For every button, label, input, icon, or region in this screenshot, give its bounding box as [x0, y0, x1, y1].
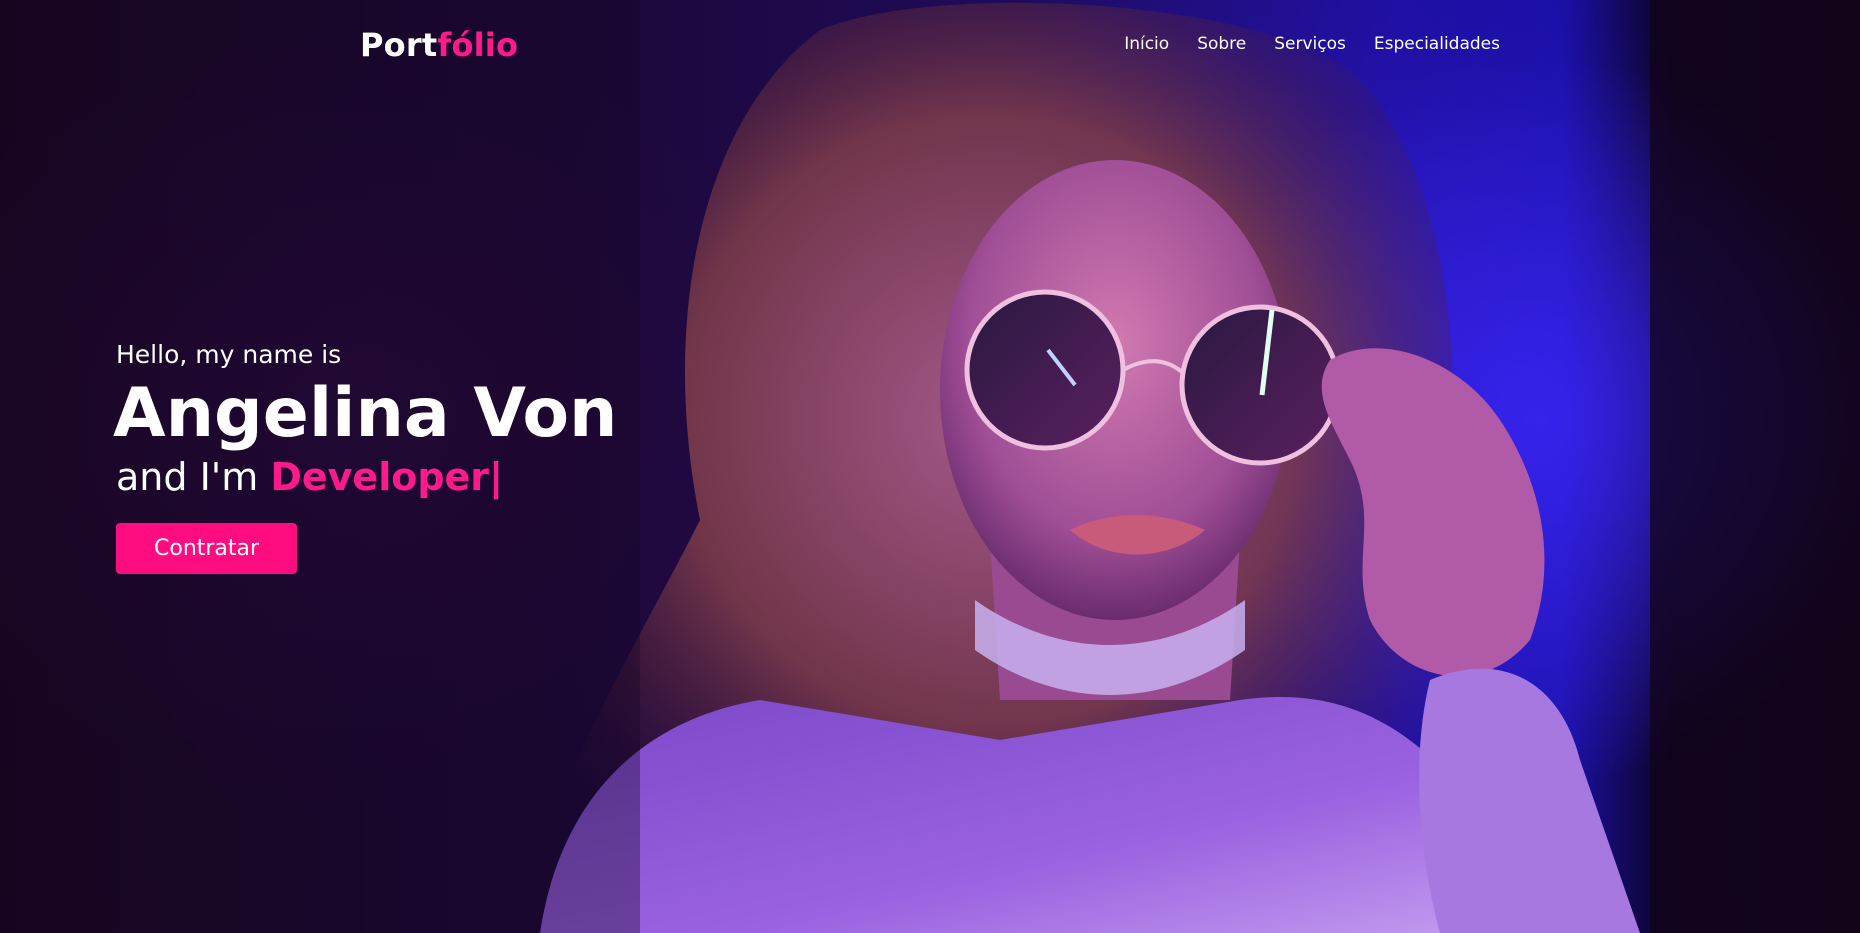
logo-main-text: Port [360, 26, 438, 64]
nav-link-especialidades[interactable]: Especialidades [1374, 34, 1500, 54]
hero-section: Portfólio Início Sobre Serviços Especial… [0, 0, 1860, 933]
role-text: Developer [270, 455, 490, 500]
hero-intro: Hello, my name is Angelina Von and I'm D… [113, 340, 618, 575]
typing-cursor: | [489, 455, 503, 500]
nav-link-servicos[interactable]: Serviços [1274, 34, 1346, 54]
nav-link-sobre[interactable]: Sobre [1197, 34, 1246, 54]
person-name: Angelina Von [113, 374, 618, 453]
nav-link-inicio[interactable]: Início [1124, 34, 1169, 54]
nav-menu: Início Sobre Serviços Especialidades [1124, 34, 1500, 54]
logo-accent-text: fólio [437, 26, 519, 64]
greeting-text: Hello, my name is [116, 340, 342, 369]
role-prefix: and I'm [116, 455, 259, 500]
top-nav: Portfólio Início Sobre Serviços Especial… [0, 0, 1860, 96]
logo[interactable]: Portfólio [360, 26, 518, 64]
hire-button[interactable]: Contratar [116, 523, 298, 575]
role-line: and I'm Developer| [116, 455, 617, 499]
